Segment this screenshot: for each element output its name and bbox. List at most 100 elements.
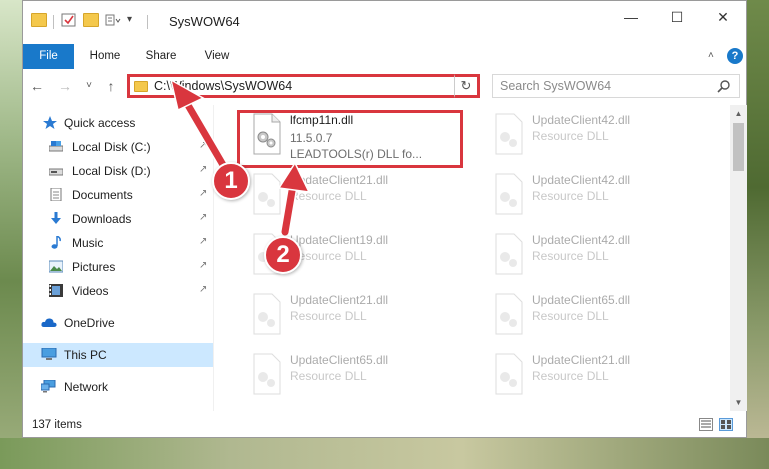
back-button[interactable]: ←: [27, 75, 47, 97]
sidebar-item-local-disk-c[interactable]: Local Disk (C:) ↗: [23, 135, 213, 159]
vertical-scrollbar[interactable]: ▲ ▼: [730, 105, 747, 411]
properties-icon[interactable]: [61, 13, 77, 27]
pictures-icon: [48, 260, 64, 273]
drive-icon: [48, 140, 64, 153]
file-name: UpdateClient21.dll: [290, 173, 389, 187]
folder-icon: [134, 81, 148, 92]
pin-icon[interactable]: ↗: [199, 284, 207, 295]
file-tile-lfcmp11n[interactable]: lfcmp11n.dll 11.5.0.7 LEADTOOLS(r) DLL f…: [238, 109, 468, 165]
quick-access-dropdown-icon[interactable]: ▾: [127, 13, 143, 27]
tab-file[interactable]: File: [23, 44, 74, 69]
dll-file-icon: [492, 233, 526, 275]
search-input[interactable]: Search SysWOW64: [492, 74, 740, 98]
file-tile[interactable]: UpdateClient42.dll Resource DLL: [480, 169, 710, 225]
pin-icon[interactable]: ↗: [199, 260, 207, 271]
details-view-icon[interactable]: [699, 418, 713, 431]
file-tile[interactable]: UpdateClient21.dll Resource DLL: [480, 349, 710, 405]
status-bar: 137 items: [23, 413, 746, 437]
maximize-button[interactable]: ☐: [654, 1, 700, 33]
sidebar-item-downloads[interactable]: Downloads ↗: [23, 207, 213, 231]
separator: [53, 15, 54, 29]
help-icon[interactable]: ?: [727, 48, 743, 64]
sidebar-item-documents[interactable]: Documents ↗: [23, 183, 213, 207]
desktop-wallpaper-bottom: [0, 438, 769, 469]
sidebar-item-label: Local Disk (D:): [72, 164, 151, 178]
desktop-wallpaper-left: [0, 0, 22, 469]
refresh-button[interactable]: ↻: [454, 74, 480, 98]
scroll-up-icon[interactable]: ▲: [730, 105, 747, 122]
file-description: Resource DLL: [290, 189, 367, 203]
expand-ribbon-icon[interactable]: ˄: [708, 50, 714, 61]
sidebar-item-label: Quick access: [64, 116, 136, 130]
network-icon: [40, 379, 56, 393]
documents-icon: [49, 187, 63, 202]
sidebar-item-network[interactable]: Network: [23, 375, 213, 399]
recent-locations-button[interactable]: ˅: [79, 75, 99, 97]
pin-icon[interactable]: ↗: [199, 236, 207, 247]
sidebar-item-label: This PC: [64, 348, 107, 362]
dll-file-icon: [492, 353, 526, 395]
computer-icon: [41, 347, 57, 361]
forward-button[interactable]: →: [55, 75, 75, 97]
tab-view[interactable]: View: [191, 44, 243, 69]
pin-icon[interactable]: ↗: [199, 212, 207, 223]
file-name: UpdateClient42.dll: [532, 233, 631, 247]
pin-icon[interactable]: ↗: [199, 164, 207, 175]
file-name: UpdateClient19.dll: [290, 233, 389, 247]
pin-icon[interactable]: ↗: [199, 140, 207, 151]
file-tile[interactable]: UpdateClient21.dll Resource DLL: [238, 169, 468, 225]
scroll-down-icon[interactable]: ▼: [730, 394, 747, 411]
search-icon[interactable]: [717, 79, 731, 93]
sidebar-item-quick-access[interactable]: Quick access: [23, 111, 213, 135]
new-folder-icon[interactable]: [83, 13, 99, 27]
file-description: LEADTOOLS(r) DLL fo...: [290, 147, 423, 161]
minimize-button[interactable]: —: [608, 1, 654, 33]
sidebar-item-label: OneDrive: [64, 316, 115, 330]
dll-file-icon: [250, 293, 284, 335]
step-1-callout: 1: [212, 162, 250, 200]
window-title: SysWOW64: [169, 14, 240, 29]
sidebar-item-label: Network: [64, 380, 109, 394]
address-path[interactable]: C:\Windows\SysWOW64: [154, 79, 292, 93]
separator: [147, 15, 148, 29]
drive-icon: [48, 164, 64, 177]
file-description: Resource DLL: [532, 129, 609, 143]
dll-file-icon: [492, 113, 526, 155]
dll-file-icon: [492, 173, 526, 215]
file-tile[interactable]: UpdateClient21.dll Resource DLL: [238, 289, 468, 345]
sidebar-item-local-disk-d[interactable]: Local Disk (D:) ↗: [23, 159, 213, 183]
large-icons-view-icon[interactable]: [719, 418, 733, 431]
music-icon: [49, 235, 63, 249]
file-tile[interactable]: UpdateClient42.dll Resource DLL: [480, 229, 710, 285]
file-description: Resource DLL: [532, 369, 609, 383]
file-description: Resource DLL: [532, 309, 609, 323]
file-description: Resource DLL: [532, 249, 609, 263]
step-2-callout: 2: [264, 236, 302, 274]
up-button[interactable]: ↑: [101, 75, 121, 97]
file-tile[interactable]: UpdateClient65.dll Resource DLL: [238, 349, 468, 405]
tab-home[interactable]: Home: [79, 44, 131, 69]
file-tile[interactable]: UpdateClient65.dll Resource DLL: [480, 289, 710, 345]
sidebar-item-this-pc[interactable]: This PC: [23, 343, 213, 367]
sidebar-item-label: Downloads: [72, 212, 132, 226]
address-bar[interactable]: C:\Windows\SysWOW64 ˅: [127, 74, 477, 98]
sidebar-item-label: Music: [72, 236, 104, 250]
sidebar-item-pictures[interactable]: Pictures ↗: [23, 255, 213, 279]
sidebar-item-videos[interactable]: Videos ↗: [23, 279, 213, 303]
customize-toolbar-icon[interactable]: [105, 13, 121, 27]
tab-share[interactable]: Share: [135, 44, 187, 69]
file-description: Resource DLL: [532, 189, 609, 203]
pin-icon[interactable]: ↗: [199, 188, 207, 199]
ribbon-tabs: File Home Share View ˄ ?: [23, 44, 746, 69]
star-icon: [43, 116, 57, 129]
file-name: UpdateClient65.dll: [290, 353, 389, 367]
close-button[interactable]: ✕: [700, 1, 746, 33]
sidebar-item-music[interactable]: Music ↗: [23, 231, 213, 255]
sidebar-item-label: Pictures: [72, 260, 116, 274]
file-name: UpdateClient42.dll: [532, 173, 631, 187]
sidebar-item-onedrive[interactable]: OneDrive: [23, 311, 213, 335]
file-name: UpdateClient42.dll: [532, 113, 631, 127]
scroll-thumb[interactable]: [733, 123, 744, 171]
file-tile[interactable]: UpdateClient42.dll Resource DLL: [480, 109, 710, 165]
file-name: UpdateClient21.dll: [532, 353, 631, 367]
